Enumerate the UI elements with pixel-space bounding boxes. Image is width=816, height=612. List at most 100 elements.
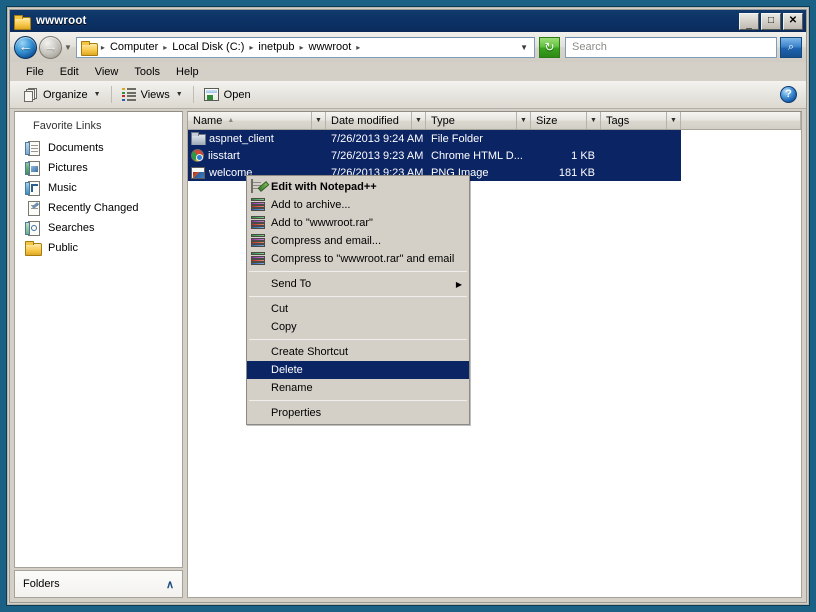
explorer-window: wwwroot _ □ ✕ ← → ▼ ▸ Computer ▸ Local D… (6, 6, 810, 606)
context-menu-item-delete[interactable]: Delete (247, 361, 469, 379)
close-button[interactable]: ✕ (783, 12, 803, 30)
navigation-pane: Favorite Links Documents Pictures Music … (14, 111, 183, 568)
sidebar-label: Public (48, 242, 78, 254)
organize-label: Organize (43, 88, 88, 101)
sidebar-item-recently-changed[interactable]: Recently Changed (15, 198, 182, 218)
sidebar-label: Recently Changed (48, 202, 139, 214)
context-menu-item-compress-and-email[interactable]: Compress and email... (247, 232, 469, 250)
maximize-button[interactable]: □ (761, 12, 781, 30)
breadcrumb-separator: ▸ (356, 42, 361, 52)
context-menu-item-rename[interactable]: Rename (247, 379, 469, 397)
column-header-size[interactable]: Size ▼ (531, 112, 601, 129)
refresh-icon: ↻ (544, 40, 555, 54)
chevron-right-icon: ▶ (455, 279, 462, 289)
winrar-icon (251, 198, 267, 212)
table-row[interactable]: aspnet_client 7/26/2013 9:24 AM File Fol… (188, 130, 681, 147)
file-size: 181 KB (558, 166, 595, 179)
chevron-down-icon[interactable]: ▼ (666, 112, 680, 129)
minimize-icon: _ (746, 19, 752, 30)
context-menu-item-add-to-rar[interactable]: Add to "wwwroot.rar" (247, 214, 469, 232)
sidebar-label: Music (48, 182, 77, 194)
music-icon (25, 180, 41, 196)
png-image-icon (191, 166, 205, 179)
context-menu-label: Compress and email... (271, 235, 382, 247)
column-label: Size (536, 114, 558, 127)
views-icon (121, 88, 136, 101)
folders-label: Folders (23, 578, 60, 590)
column-header-name[interactable]: Name ▲ ▼ (188, 112, 326, 129)
context-menu-item-compress-to-rar-and-email[interactable]: Compress to "wwwroot.rar" and email (247, 250, 469, 268)
breadcrumb-item-inetpub[interactable]: inetpub (254, 40, 298, 54)
organize-button[interactable]: Organize ▼ (18, 86, 107, 104)
context-menu-separator (249, 296, 467, 297)
column-header-type[interactable]: Type ▼ (426, 112, 531, 129)
search-button[interactable]: ⌕ (780, 36, 802, 58)
address-bar: ← → ▼ ▸ Computer ▸ Local Disk (C:) ▸ ine… (10, 32, 806, 62)
folder-icon (25, 240, 42, 256)
sidebar-item-pictures[interactable]: Pictures (15, 158, 182, 178)
context-menu-item-add-to-archive[interactable]: Add to archive... (247, 196, 469, 214)
column-headers: Name ▲ ▼ Date modified ▼ Type ▼ Size ▼ T… (188, 112, 801, 130)
close-icon: ✕ (788, 15, 798, 26)
refresh-button[interactable]: ↻ (539, 36, 560, 58)
search-box[interactable] (565, 36, 777, 58)
menu-help[interactable]: Help (168, 65, 207, 79)
context-menu-item-copy[interactable]: Copy (247, 318, 469, 336)
context-menu-item-cut[interactable]: Cut (247, 300, 469, 318)
menu-edit[interactable]: Edit (52, 65, 87, 79)
sidebar-item-documents[interactable]: Documents (15, 138, 182, 158)
chevron-down-icon[interactable]: ▼ (311, 112, 325, 129)
window-controls: _ □ ✕ (739, 12, 806, 30)
maximize-icon: □ (767, 15, 775, 26)
breadcrumb-item-computer[interactable]: Computer (106, 40, 162, 54)
history-dropdown-icon[interactable]: ▼ (64, 43, 72, 52)
column-header-tags[interactable]: Tags ▼ (601, 112, 681, 129)
search-input[interactable] (570, 40, 772, 54)
toolbar-separator (192, 86, 194, 103)
context-menu: Edit with Notepad++ Add to archive... Ad… (246, 175, 470, 425)
chevron-down-icon[interactable]: ▼ (516, 112, 530, 129)
column-label: Tags (606, 114, 630, 127)
title-bar[interactable]: wwwroot _ □ ✕ (10, 10, 806, 32)
notepadpp-icon (251, 179, 267, 194)
sidebar-item-searches[interactable]: Searches (15, 218, 182, 238)
menu-view[interactable]: View (87, 65, 127, 79)
forward-button[interactable]: → (39, 35, 62, 59)
context-menu-item-send-to[interactable]: Send To ▶ (247, 275, 469, 293)
sidebar-item-music[interactable]: Music (15, 178, 182, 198)
context-menu-label: Delete (271, 364, 303, 376)
winrar-icon (251, 252, 267, 266)
context-menu-item-properties[interactable]: Properties (247, 404, 469, 422)
file-name: iisstart (208, 149, 240, 162)
file-date: 7/26/2013 9:23 AM (331, 149, 424, 162)
context-menu-label: Copy (271, 321, 297, 333)
chevron-down-icon[interactable]: ▼ (411, 112, 425, 129)
column-header-date-modified[interactable]: Date modified ▼ (326, 112, 426, 129)
winrar-icon (251, 216, 267, 230)
minimize-button[interactable]: _ (739, 12, 759, 30)
menu-file[interactable]: File (18, 65, 52, 79)
menu-tools[interactable]: Tools (126, 65, 168, 79)
back-button[interactable]: ← (14, 35, 37, 59)
chevron-down-icon[interactable]: ▼ (586, 112, 600, 129)
column-header-filler (681, 112, 801, 129)
context-menu-item-create-shortcut[interactable]: Create Shortcut (247, 343, 469, 361)
sidebar-item-public[interactable]: Public (15, 238, 182, 258)
context-menu-label: Properties (271, 407, 322, 419)
search-icon: ⌕ (787, 40, 795, 53)
chevron-down-icon[interactable]: ▼ (516, 43, 532, 52)
context-menu-item-edit-with-notepadpp[interactable]: Edit with Notepad++ (247, 178, 469, 196)
open-icon (203, 88, 219, 101)
winrar-icon (251, 234, 267, 248)
context-menu-label: Edit with Notepad++ (271, 181, 377, 193)
breadcrumb-item-local-disk[interactable]: Local Disk (C:) (168, 40, 248, 54)
menu-bar: File Edit View Tools Help (10, 62, 806, 81)
breadcrumb-item-wwwroot[interactable]: wwwroot (305, 40, 356, 54)
folders-bar[interactable]: Folders ∧ (14, 570, 183, 598)
table-row[interactable]: iisstart 7/26/2013 9:23 AM Chrome HTML D… (188, 147, 681, 164)
help-icon[interactable]: ? (780, 86, 797, 103)
breadcrumb[interactable]: ▸ Computer ▸ Local Disk (C:) ▸ inetpub ▸… (75, 36, 535, 58)
column-label: Type (431, 114, 455, 127)
views-button[interactable]: Views ▼ (116, 86, 189, 103)
open-button[interactable]: Open (198, 86, 257, 103)
